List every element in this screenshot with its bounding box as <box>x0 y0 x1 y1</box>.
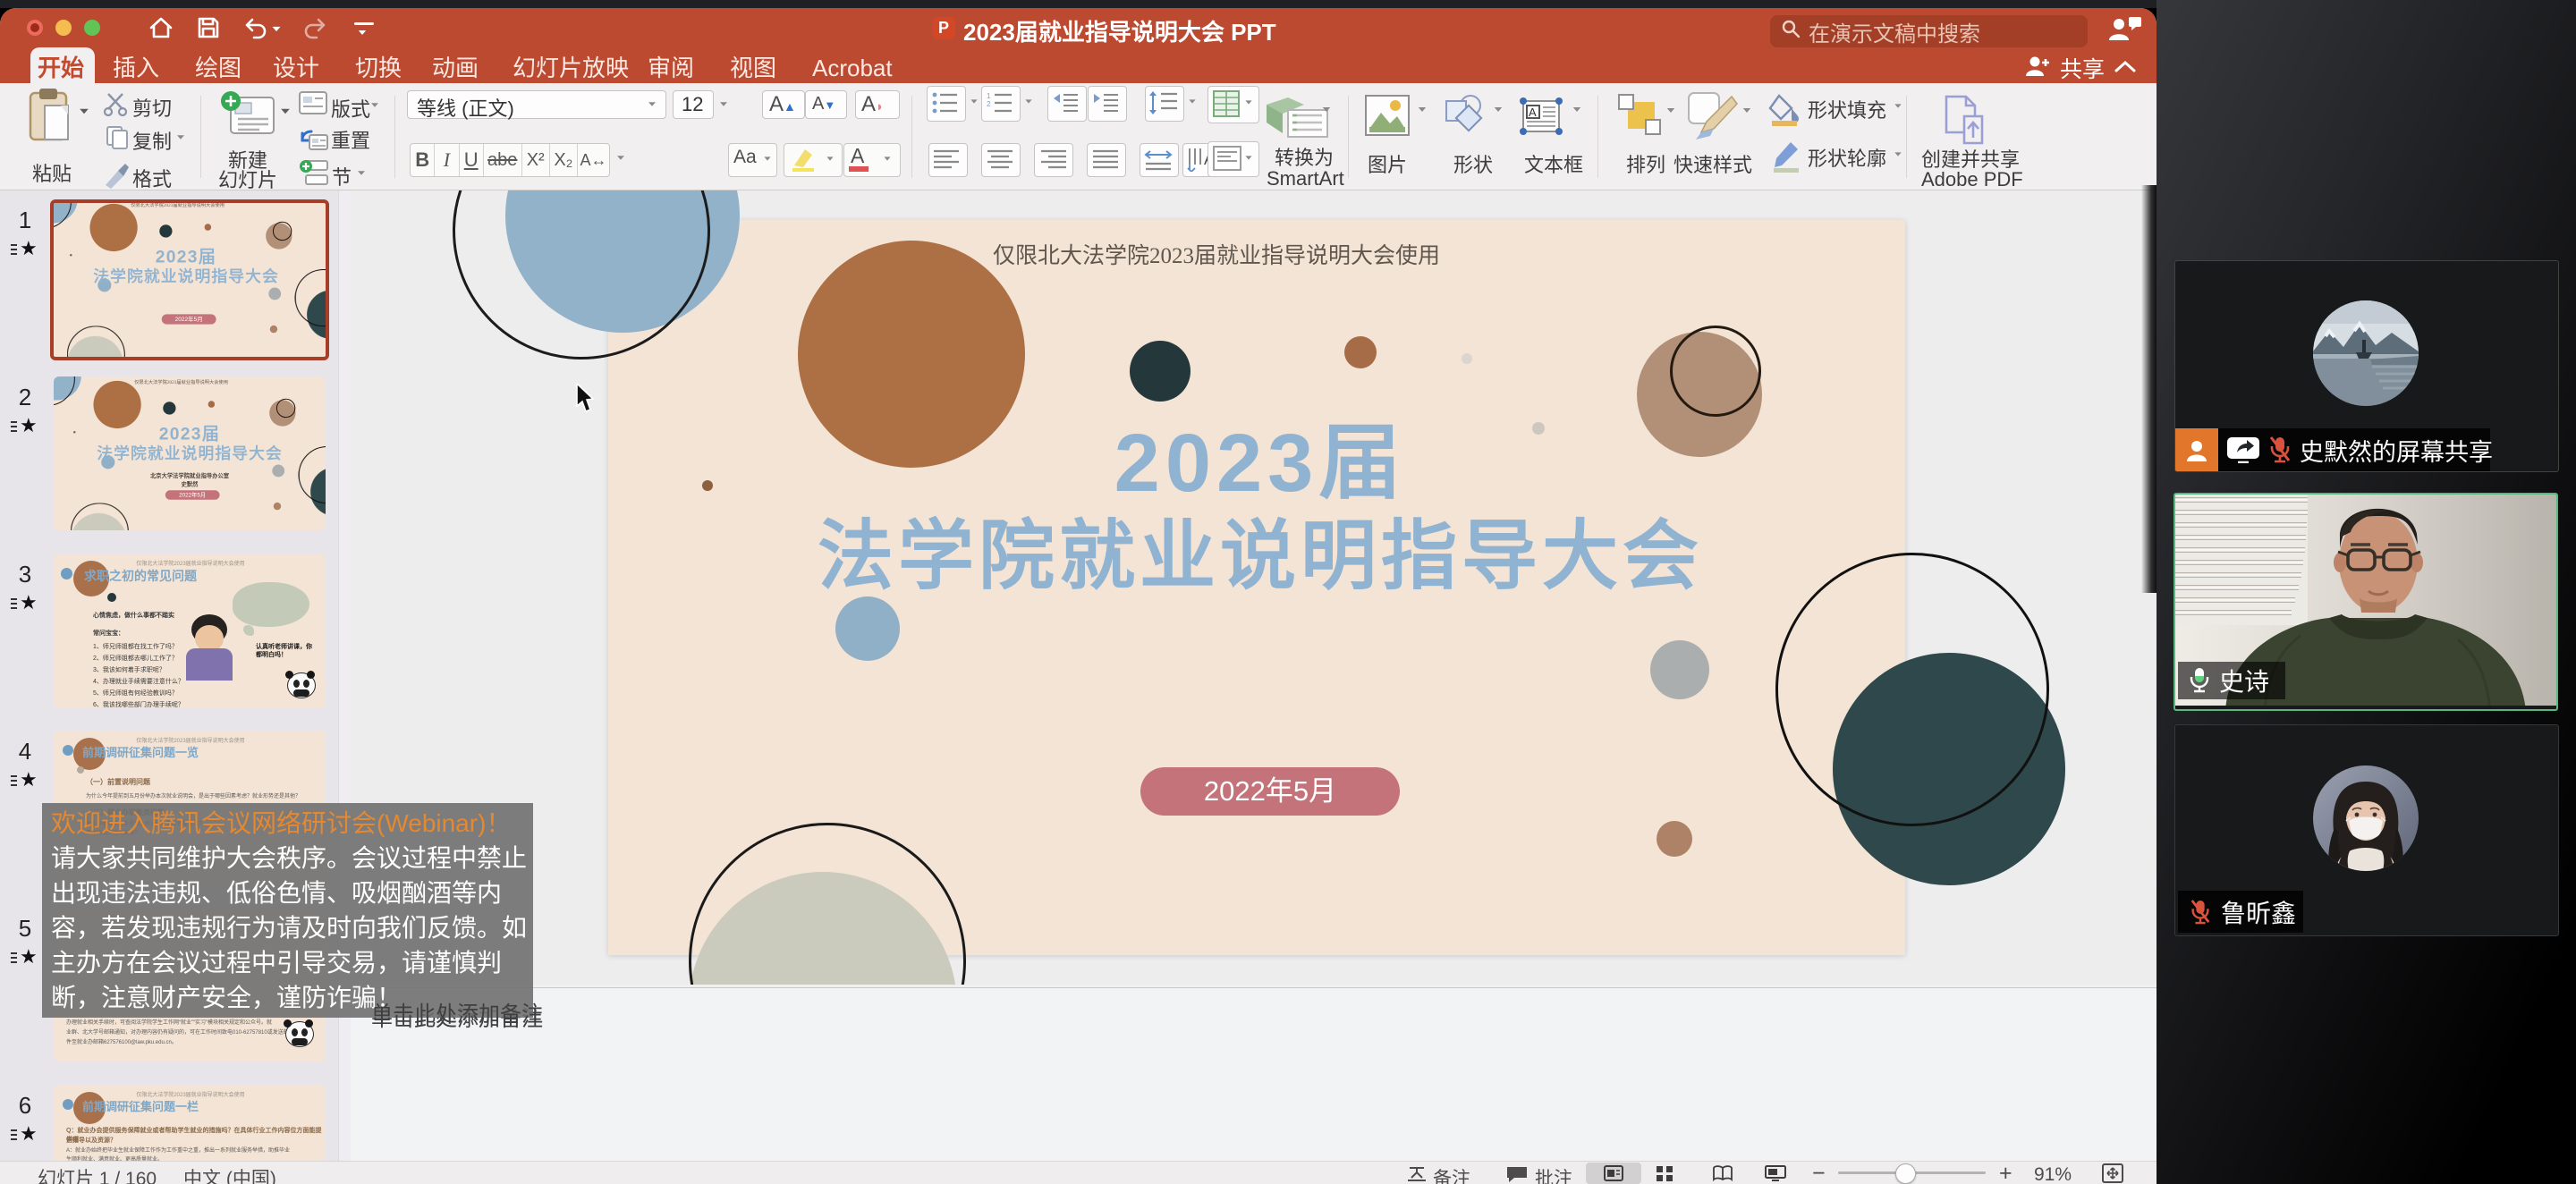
svg-text:A: A <box>1529 106 1537 119</box>
svg-text:1: 1 <box>987 92 991 100</box>
svg-text:2: 2 <box>987 100 991 108</box>
